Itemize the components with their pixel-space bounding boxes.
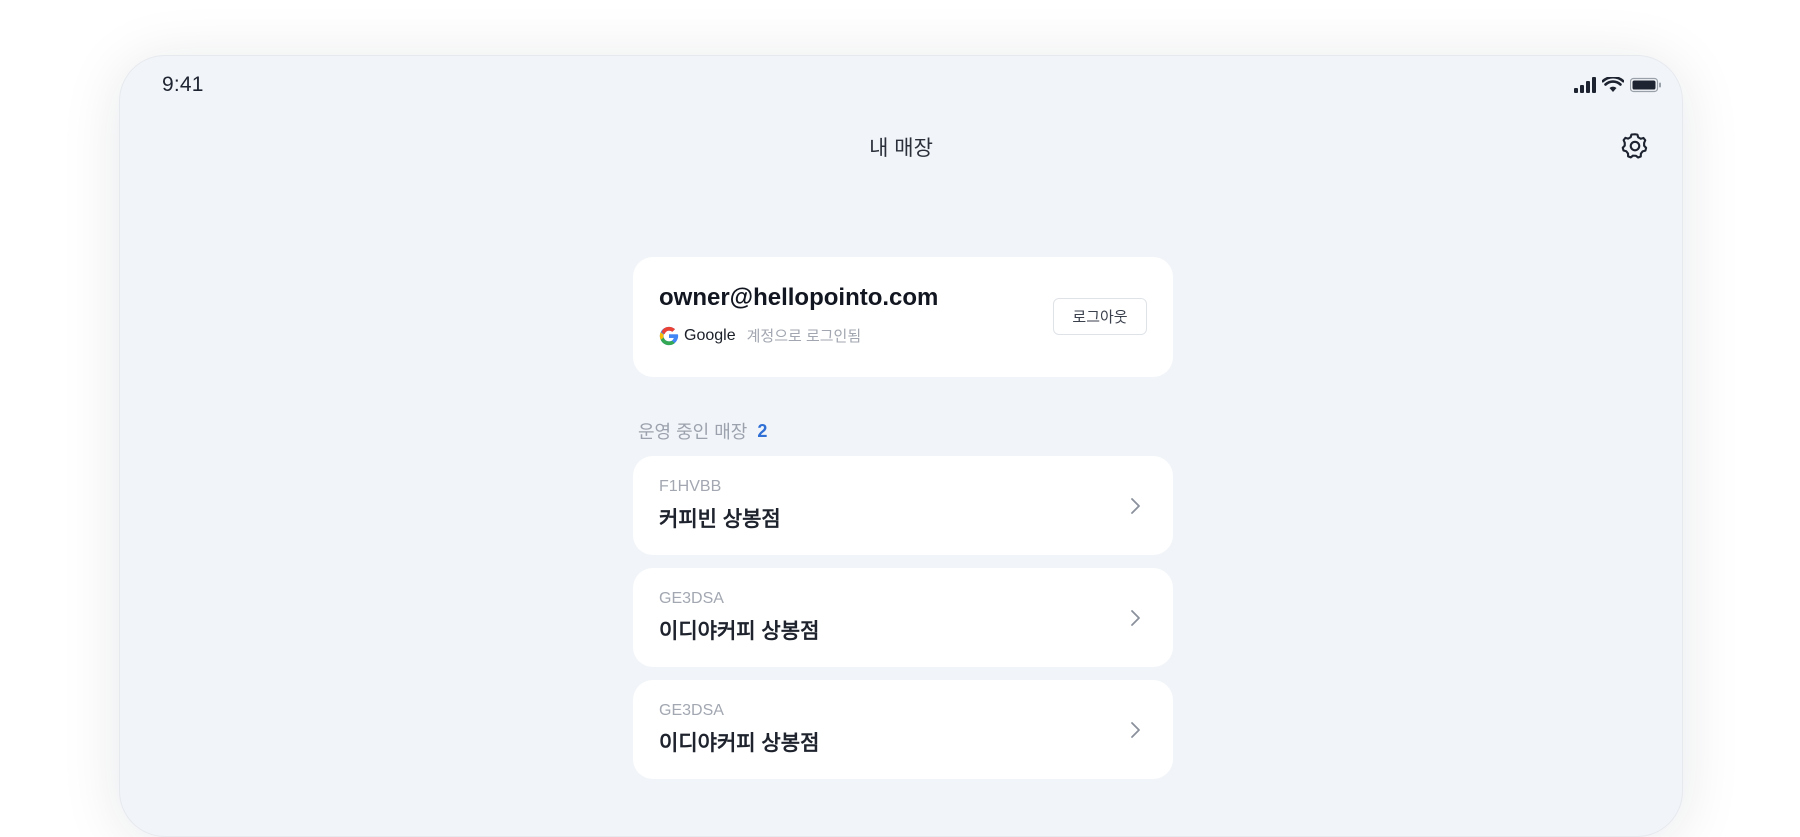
page-title: 내 매장 [869, 137, 933, 160]
google-icon [659, 326, 679, 345]
stores-section-label: 운영 중인 매장 [638, 422, 748, 442]
store-item[interactable]: GE3DSA 이디야커피 상봉점 [633, 568, 1173, 667]
store-name: 이디야커피 상봉점 [659, 732, 820, 755]
status-icons [1574, 77, 1662, 93]
battery-icon [1630, 77, 1661, 93]
login-status-text: 계정으로 로그인됨 [746, 328, 862, 345]
chevron-right-icon [1131, 610, 1140, 626]
status-time: 9:41 [162, 73, 204, 96]
store-item[interactable]: GE3DSA 이디야커피 상봉점 [633, 680, 1173, 779]
signal-icon [1574, 77, 1596, 93]
store-code: F1HVBB [659, 478, 722, 495]
wifi-icon [1602, 77, 1624, 92]
login-provider: Google [684, 326, 736, 344]
chevron-right-icon [1131, 498, 1140, 514]
gear-icon [1621, 133, 1648, 159]
store-code: GE3DSA [659, 590, 724, 607]
chevron-right-icon [1131, 722, 1140, 738]
settings-button[interactable] [1620, 131, 1650, 161]
logout-button[interactable]: 로그아웃 [1053, 298, 1147, 335]
account-card: owner@hellopointo.com Google 계정으로 로그인됨 로… [633, 257, 1173, 377]
stores-count-badge: 2 [757, 420, 768, 441]
store-name: 커피빈 상봉점 [659, 508, 781, 531]
store-name: 이디야커피 상봉점 [659, 620, 820, 643]
store-item[interactable]: F1HVBB 커피빈 상봉점 [633, 456, 1173, 555]
main-content: owner@hellopointo.com Google 계정으로 로그인됨 로… [633, 257, 1173, 792]
store-code: GE3DSA [659, 702, 724, 719]
stores-section-header: 운영 중인 매장 2 [638, 418, 1173, 444]
store-list: F1HVBB 커피빈 상봉점 GE3DSA 이디야커피 상봉점 GE3DSA 이… [633, 456, 1173, 779]
tablet-frame: 9:41 내 매장 owner@hellopointo.com Google 계… [119, 55, 1683, 837]
